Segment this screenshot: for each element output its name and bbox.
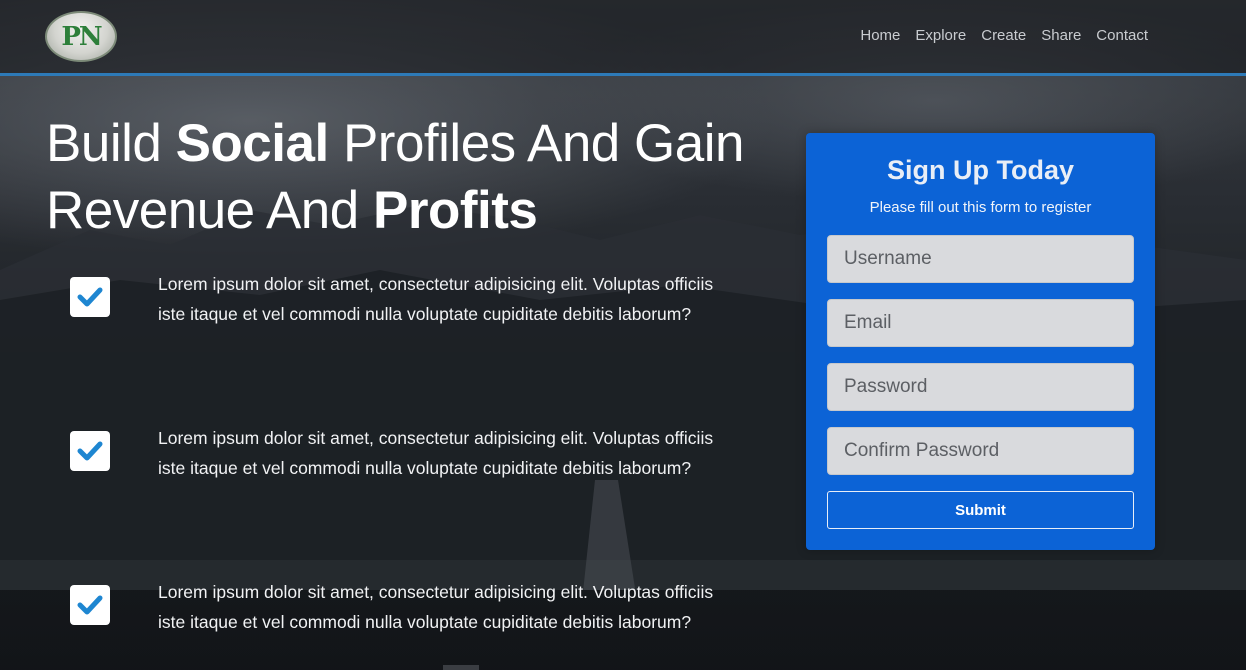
check-icon <box>70 277 110 317</box>
check-icon <box>70 431 110 471</box>
logo-text: PN <box>61 21 102 52</box>
password-input[interactable] <box>827 363 1134 411</box>
nav-link-share[interactable]: Share <box>1041 27 1081 44</box>
email-input[interactable] <box>827 299 1134 347</box>
brand-logo[interactable]: PN <box>45 11 117 62</box>
feature-text: Lorem ipsum dolor sit amet, consectetur … <box>158 274 714 324</box>
feature-text: Lorem ipsum dolor sit amet, consectetur … <box>158 582 714 632</box>
hero-title-emphasis-profits: Profits <box>372 181 538 240</box>
signup-subtitle: Please fill out this form to register <box>869 199 1092 216</box>
nav-link-home[interactable]: Home <box>860 27 900 44</box>
signup-title: Sign Up Today <box>887 155 1074 185</box>
submit-button[interactable]: Submit <box>827 491 1134 529</box>
nav-link-create[interactable]: Create <box>981 27 1026 44</box>
signup-form: Sign Up Today Please fill out this form … <box>806 133 1155 550</box>
username-input[interactable] <box>827 235 1134 283</box>
navbar: PN Home Explore Create Share Contact <box>0 0 1246 76</box>
hero-title: Build Social Profiles And Gain Revenue A… <box>46 110 766 244</box>
scroll-handle[interactable] <box>443 665 479 670</box>
hero-title-part: Build <box>46 114 176 173</box>
check-icon <box>70 585 110 625</box>
feature-text: Lorem ipsum dolor sit amet, consectetur … <box>158 428 714 478</box>
confirm-password-input[interactable] <box>827 427 1134 475</box>
nav-link-contact[interactable]: Contact <box>1096 27 1148 44</box>
nav-link-explore[interactable]: Explore <box>915 27 966 44</box>
hero-title-emphasis-social: Social <box>175 114 330 173</box>
main-nav: Home Explore Create Share Contact <box>860 27 1148 44</box>
